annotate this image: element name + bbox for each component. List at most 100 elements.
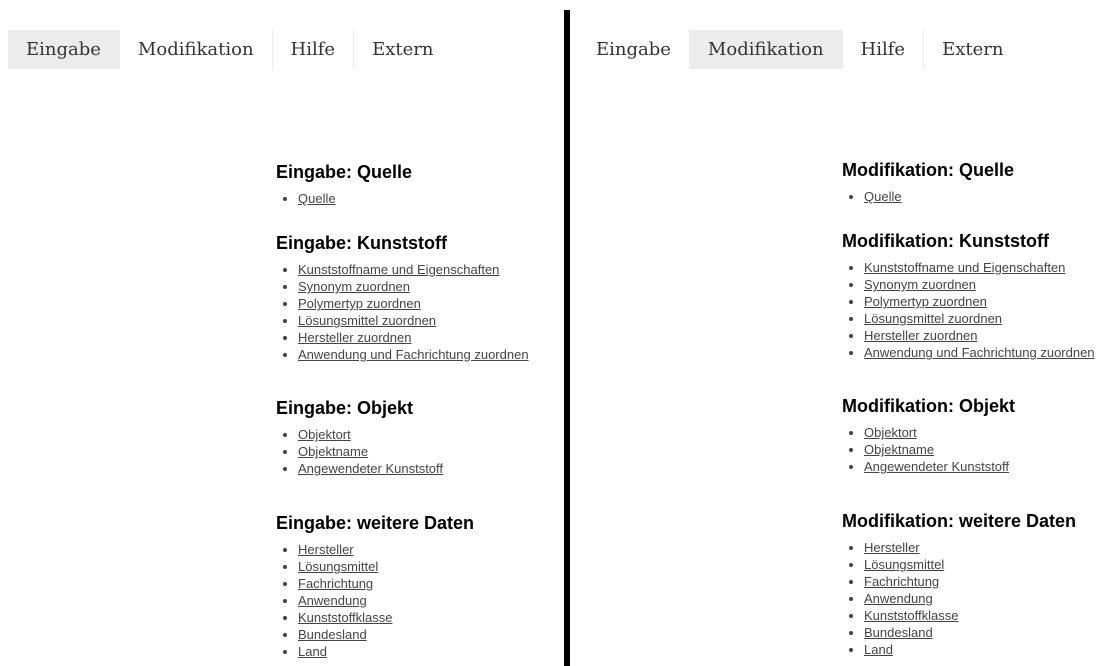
section-heading: Eingabe: Objekt bbox=[276, 398, 414, 418]
link-hersteller[interactable]: Hersteller bbox=[864, 540, 920, 555]
list-item: Land bbox=[298, 643, 564, 660]
link-objektname[interactable]: Objektname bbox=[864, 442, 934, 457]
link-list: Kunststoffname und Eigenschaften Synonym… bbox=[842, 259, 1114, 361]
tab-hilfe[interactable]: Hilfe bbox=[843, 30, 925, 69]
list-item: Polymertyp zuordnen bbox=[864, 293, 1114, 310]
tab-modifikation[interactable]: Modifikation bbox=[689, 30, 843, 69]
link-loesungsmittel-zuordnen[interactable]: Lösungsmittel zuordnen bbox=[864, 311, 1002, 326]
list-item: Hersteller zuordnen bbox=[864, 327, 1114, 344]
link-land[interactable]: Land bbox=[298, 644, 327, 659]
link-loesungsmittel[interactable]: Lösungsmittel bbox=[864, 557, 944, 572]
main-nav: Eingabe Modifikation Hilfe Extern bbox=[8, 30, 451, 69]
list-item: Angewendeter Kunststoff bbox=[298, 460, 564, 477]
link-hersteller-zuordnen[interactable]: Hersteller zuordnen bbox=[298, 330, 411, 345]
list-item: Fachrichtung bbox=[298, 575, 564, 592]
list-item: Lösungsmittel zuordnen bbox=[864, 310, 1114, 327]
link-objektort[interactable]: Objektort bbox=[864, 425, 917, 440]
link-quelle[interactable]: Quelle bbox=[298, 191, 336, 206]
list-item: Objektort bbox=[864, 424, 1114, 441]
list-item: Kunststoffname und Eigenschaften bbox=[298, 261, 564, 278]
section-heading: Eingabe: weitere Daten bbox=[276, 513, 475, 533]
tab-modifikation[interactable]: Modifikation bbox=[120, 30, 273, 69]
list-item: Lösungsmittel bbox=[864, 556, 1114, 573]
section-objekt: Modifikation: Objekt Objektort Objektnam… bbox=[842, 394, 1114, 509]
list-item: Anwendung bbox=[864, 590, 1114, 607]
link-kunststoffklasse[interactable]: Kunststoffklasse bbox=[864, 608, 958, 623]
link-list: Hersteller Lösungsmittel Fachrichtung An… bbox=[842, 539, 1114, 658]
link-bundesland[interactable]: Bundesland bbox=[298, 627, 367, 642]
list-item: Synonym zuordnen bbox=[298, 278, 564, 295]
link-land[interactable]: Land bbox=[864, 642, 893, 657]
list-item: Angewendeter Kunststoff bbox=[864, 458, 1114, 475]
link-polymertyp[interactable]: Polymertyp zuordnen bbox=[298, 296, 421, 311]
section-heading: Modifikation: Objekt bbox=[842, 396, 1015, 416]
panel-divider bbox=[564, 10, 570, 666]
list-item: Bundesland bbox=[864, 624, 1114, 641]
list-item: Bundesland bbox=[298, 626, 564, 643]
menu-content: Eingabe: Quelle Quelle Eingabe: Kunststo… bbox=[276, 160, 564, 660]
list-item: Objektname bbox=[864, 441, 1114, 458]
section-heading: Modifikation: weitere Daten bbox=[842, 511, 1077, 531]
list-item: Lösungsmittel bbox=[298, 558, 564, 575]
section-heading: Modifikation: Quelle bbox=[842, 160, 1015, 180]
link-angewendeter-kunststoff[interactable]: Angewendeter Kunststoff bbox=[298, 461, 443, 476]
link-quelle[interactable]: Quelle bbox=[864, 189, 902, 204]
link-synonym[interactable]: Synonym zuordnen bbox=[298, 279, 410, 294]
list-item: Anwendung und Fachrichtung zuordnen bbox=[864, 344, 1114, 361]
section-kunststoff: Eingabe: Kunststoff Kunststoffname und E… bbox=[276, 231, 564, 396]
link-kunststoffname[interactable]: Kunststoffname und Eigenschaften bbox=[298, 262, 499, 277]
link-fachrichtung[interactable]: Fachrichtung bbox=[864, 574, 939, 589]
list-item: Hersteller zuordnen bbox=[298, 329, 564, 346]
link-polymertyp[interactable]: Polymertyp zuordnen bbox=[864, 294, 987, 309]
link-objektort[interactable]: Objektort bbox=[298, 427, 351, 442]
list-item: Objektname bbox=[298, 443, 564, 460]
list-item: Hersteller bbox=[864, 539, 1114, 556]
link-anwendung[interactable]: Anwendung bbox=[298, 593, 367, 608]
link-kunststoffklasse[interactable]: Kunststoffklasse bbox=[298, 610, 392, 625]
link-angewendeter-kunststoff[interactable]: Angewendeter Kunststoff bbox=[864, 459, 1009, 474]
list-item: Hersteller bbox=[298, 541, 564, 558]
link-synonym[interactable]: Synonym zuordnen bbox=[864, 277, 976, 292]
section-weitere-daten: Eingabe: weitere Daten Hersteller Lösung… bbox=[276, 511, 564, 660]
link-hersteller-zuordnen[interactable]: Hersteller zuordnen bbox=[864, 328, 977, 343]
link-list: Kunststoffname und Eigenschaften Synonym… bbox=[276, 261, 564, 363]
tab-eingabe[interactable]: Eingabe bbox=[8, 30, 120, 69]
link-list: Quelle bbox=[276, 190, 564, 207]
link-loesungsmittel-zuordnen[interactable]: Lösungsmittel zuordnen bbox=[298, 313, 436, 328]
link-anwendung-fachrichtung[interactable]: Anwendung und Fachrichtung zuordnen bbox=[864, 345, 1095, 360]
list-item: Quelle bbox=[298, 190, 564, 207]
link-anwendung-fachrichtung[interactable]: Anwendung und Fachrichtung zuordnen bbox=[298, 347, 529, 362]
left-panel: Eingabe Modifikation Hilfe Extern Eingab… bbox=[0, 0, 564, 666]
link-list: Hersteller Lösungsmittel Fachrichtung An… bbox=[276, 541, 564, 660]
list-item: Synonym zuordnen bbox=[864, 276, 1114, 293]
list-item: Lösungsmittel zuordnen bbox=[298, 312, 564, 329]
menu-content: Modifikation: Quelle Quelle Modifikation… bbox=[842, 158, 1114, 658]
list-item: Objektort bbox=[298, 426, 564, 443]
section-quelle: Modifikation: Quelle Quelle bbox=[842, 158, 1114, 229]
tab-extern[interactable]: Extern bbox=[354, 30, 451, 69]
tab-extern[interactable]: Extern bbox=[924, 30, 1021, 69]
link-objektname[interactable]: Objektname bbox=[298, 444, 368, 459]
section-weitere-daten: Modifikation: weitere Daten Hersteller L… bbox=[842, 509, 1114, 658]
list-item: Land bbox=[864, 641, 1114, 658]
section-objekt: Eingabe: Objekt Objektort Objektname Ang… bbox=[276, 396, 564, 511]
tab-hilfe[interactable]: Hilfe bbox=[273, 30, 355, 69]
link-list: Quelle bbox=[842, 188, 1114, 205]
section-heading: Modifikation: Kunststoff bbox=[842, 231, 1049, 251]
link-anwendung[interactable]: Anwendung bbox=[864, 591, 933, 606]
section-heading: Eingabe: Quelle bbox=[276, 162, 413, 182]
link-list: Objektort Objektname Angewendeter Kunsts… bbox=[842, 424, 1114, 475]
link-fachrichtung[interactable]: Fachrichtung bbox=[298, 576, 373, 591]
link-list: Objektort Objektname Angewendeter Kunsts… bbox=[276, 426, 564, 477]
section-quelle: Eingabe: Quelle Quelle bbox=[276, 160, 564, 231]
link-bundesland[interactable]: Bundesland bbox=[864, 625, 933, 640]
list-item: Kunststoffname und Eigenschaften bbox=[864, 259, 1114, 276]
list-item: Kunststoffklasse bbox=[298, 609, 564, 626]
list-item: Fachrichtung bbox=[864, 573, 1114, 590]
tab-eingabe[interactable]: Eingabe bbox=[578, 30, 690, 69]
link-kunststoffname[interactable]: Kunststoffname und Eigenschaften bbox=[864, 260, 1065, 275]
link-hersteller[interactable]: Hersteller bbox=[298, 542, 354, 557]
list-item: Polymertyp zuordnen bbox=[298, 295, 564, 312]
list-item: Anwendung und Fachrichtung zuordnen bbox=[298, 346, 564, 363]
link-loesungsmittel[interactable]: Lösungsmittel bbox=[298, 559, 378, 574]
